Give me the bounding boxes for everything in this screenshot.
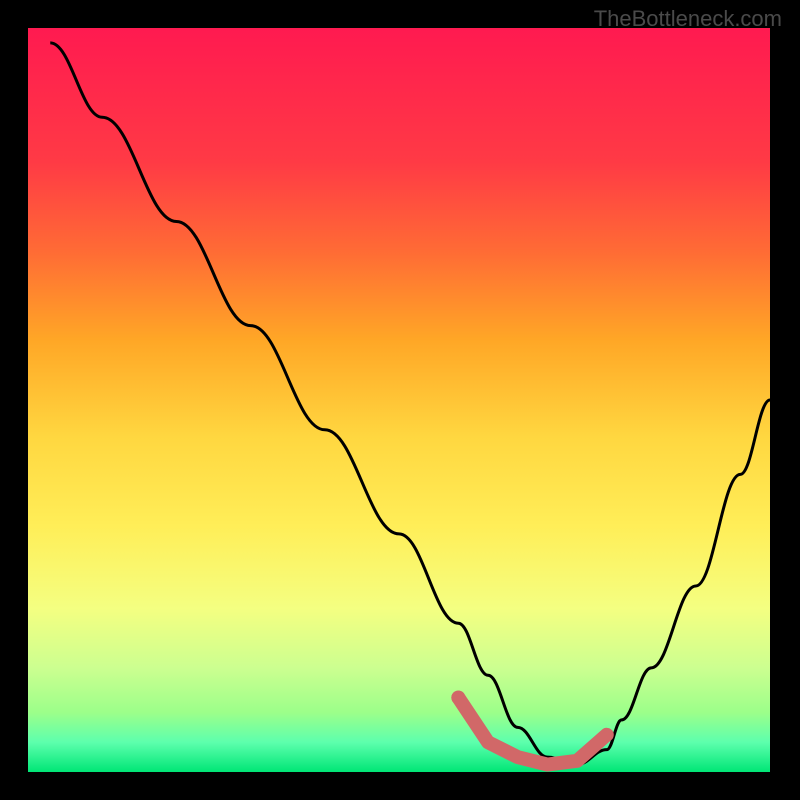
chart-svg bbox=[0, 0, 800, 800]
chart-container: TheBottleneck.com bbox=[0, 0, 800, 800]
highlight-dot bbox=[451, 691, 465, 705]
watermark-text: TheBottleneck.com bbox=[594, 6, 782, 32]
